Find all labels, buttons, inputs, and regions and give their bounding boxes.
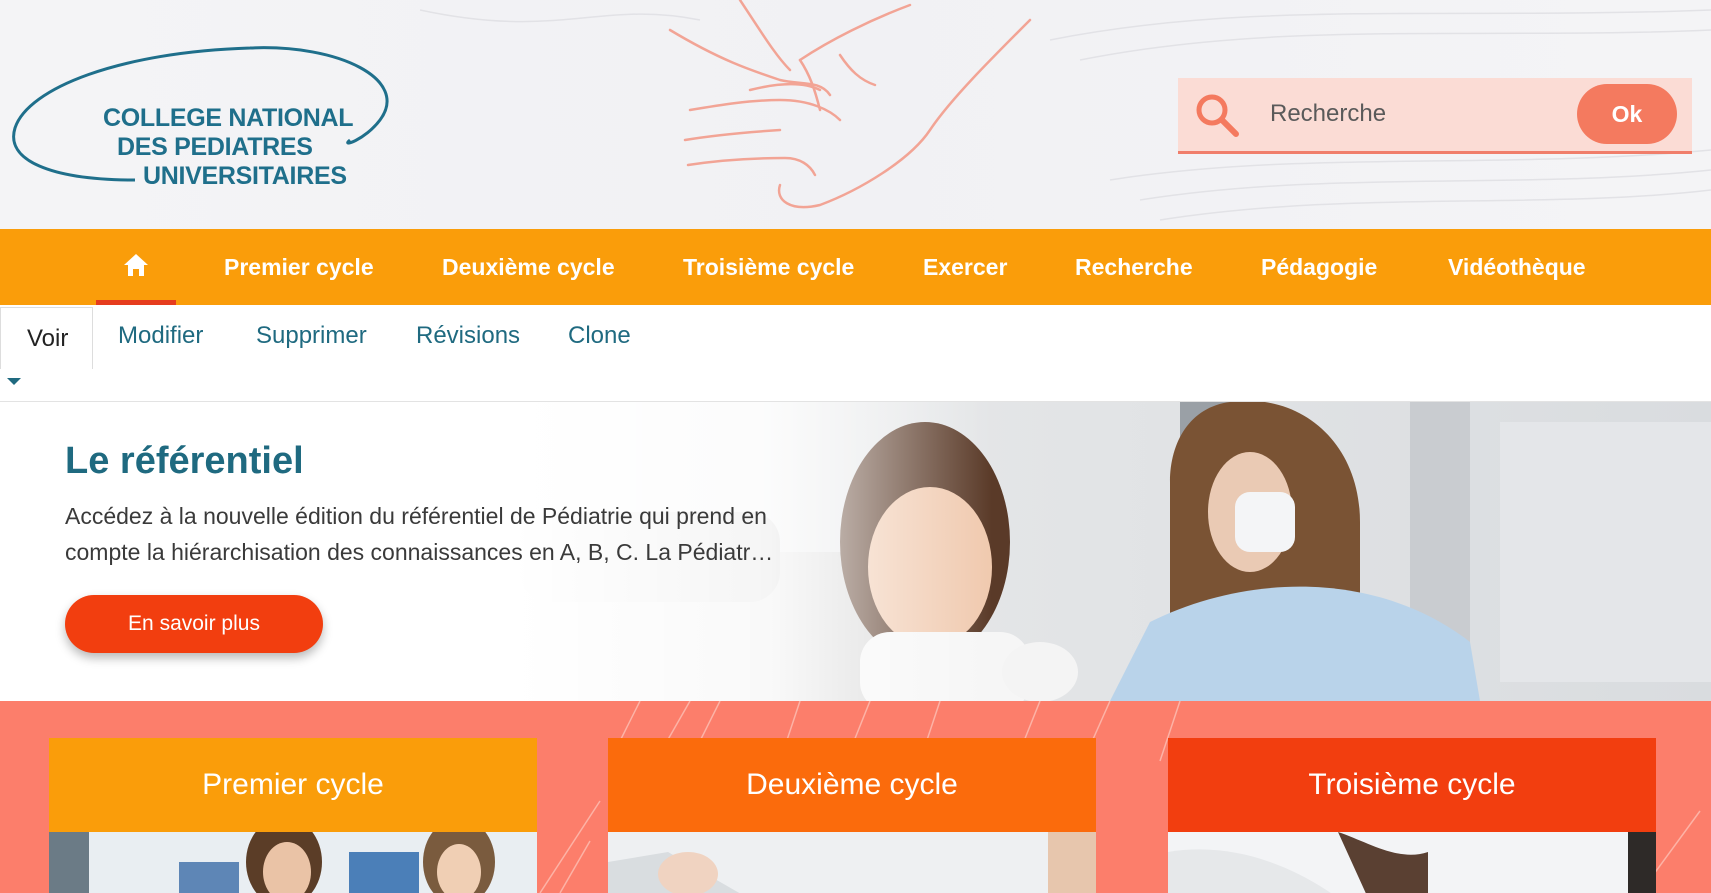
en-savoir-plus-button[interactable]: En savoir plus bbox=[65, 595, 323, 653]
search-input[interactable] bbox=[1270, 90, 1570, 138]
tab-modifier[interactable]: Modifier bbox=[118, 305, 203, 367]
card-premier-cycle[interactable]: Premier cycle bbox=[49, 738, 537, 893]
logo-line-2: DES PEDIATRES bbox=[117, 133, 313, 161]
card-title: Premier cycle bbox=[49, 738, 537, 832]
hero-banner: Le référentiel Accédez à la nouvelle édi… bbox=[0, 402, 1711, 701]
local-tasks-tabs: Voir Modifier Supprimer Révisions Clone bbox=[0, 305, 1711, 402]
tab-revisions[interactable]: Révisions bbox=[416, 305, 520, 367]
card-deuxieme-cycle[interactable]: Deuxième cycle bbox=[608, 738, 1096, 893]
cycles-section: Premier cycle Deuxième cycle Troisième c… bbox=[0, 701, 1711, 893]
tab-supprimer[interactable]: Supprimer bbox=[256, 305, 367, 367]
nav-item-premier-cycle[interactable]: Premier cycle bbox=[224, 229, 374, 305]
search-submit-button[interactable]: Ok bbox=[1577, 84, 1677, 144]
card-title: Deuxième cycle bbox=[608, 738, 1096, 832]
hands-illustration bbox=[668, 0, 1032, 209]
site-header: COLLEGE NATIONAL DES PEDIATRES UNIVERSIT… bbox=[0, 0, 1711, 229]
tab-voir[interactable]: Voir bbox=[0, 307, 93, 369]
logo-line-3: UNIVERSITAIRES bbox=[143, 162, 347, 190]
logo-line-1: COLLEGE NATIONAL bbox=[103, 104, 354, 132]
card-title: Troisième cycle bbox=[1168, 738, 1656, 832]
students-photo bbox=[49, 832, 537, 893]
home-icon bbox=[124, 254, 148, 276]
nav-item-exercer[interactable]: Exercer bbox=[923, 229, 1007, 305]
hero-title: Le référentiel bbox=[65, 440, 304, 482]
college-logo[interactable]: COLLEGE NATIONAL DES PEDIATRES UNIVERSIT… bbox=[10, 40, 400, 200]
doctor-stethoscope-photo bbox=[1168, 832, 1656, 893]
tab-clone[interactable]: Clone bbox=[568, 305, 631, 367]
nav-item-pedagogie[interactable]: Pédagogie bbox=[1261, 229, 1377, 305]
card-troisieme-cycle[interactable]: Troisième cycle bbox=[1168, 738, 1656, 893]
nav-item-deuxieme-cycle[interactable]: Deuxième cycle bbox=[442, 229, 615, 305]
tabs-toggle-caret-icon[interactable] bbox=[7, 378, 21, 385]
nav-home[interactable] bbox=[96, 229, 176, 305]
baby-feet-photo bbox=[608, 832, 1096, 893]
nav-item-troisieme-cycle[interactable]: Troisième cycle bbox=[683, 229, 854, 305]
search-bar: Ok bbox=[1178, 78, 1692, 154]
hero-description: Accédez à la nouvelle édition du référen… bbox=[65, 503, 774, 565]
search-icon[interactable] bbox=[1192, 90, 1242, 145]
nav-item-videotheque[interactable]: Vidéothèque bbox=[1448, 229, 1586, 305]
nav-item-recherche[interactable]: Recherche bbox=[1075, 229, 1193, 305]
main-navigation: Premier cycle Deuxième cycle Troisième c… bbox=[0, 229, 1711, 305]
